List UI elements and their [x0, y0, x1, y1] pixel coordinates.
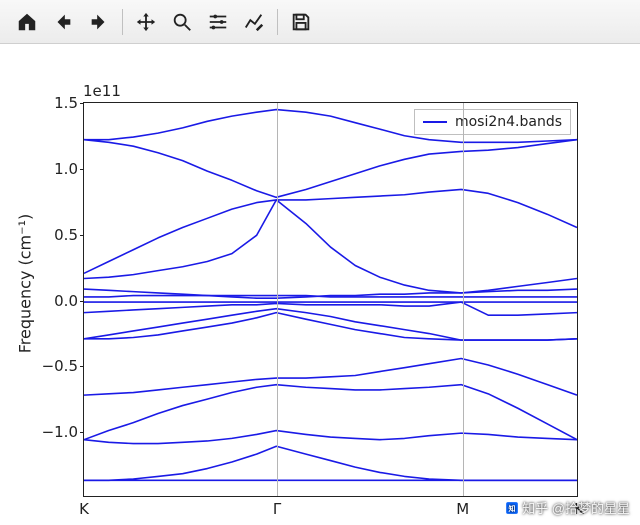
band-path	[84, 431, 577, 444]
y-tick-label: 1.0	[54, 160, 78, 178]
x-tick-label: K	[574, 500, 584, 518]
y-tick-label: 0.0	[54, 292, 78, 310]
sliders-icon	[207, 11, 229, 33]
band-path	[84, 140, 577, 198]
band-lines	[84, 103, 577, 496]
y-tick-mark	[80, 432, 84, 433]
watermark: 知 知乎 @拾梦的星星	[505, 498, 630, 517]
move-icon	[135, 11, 157, 33]
x-tick-label: Γ	[273, 500, 281, 518]
edit-axes-button[interactable]	[237, 5, 271, 39]
plot-canvas[interactable]: Frequency (cm⁻¹) 1e11 mosi2n4.bands KΓMK…	[0, 44, 640, 525]
save-icon	[290, 11, 312, 33]
y-axis-offset-text: 1e11	[83, 82, 121, 100]
legend-label: mosi2n4.bands	[455, 114, 562, 130]
home-icon	[16, 11, 38, 33]
y-tick-label: 1.5	[54, 94, 78, 112]
axes-edit-icon	[243, 11, 265, 33]
y-axis-label: Frequency (cm⁻¹)	[16, 204, 35, 364]
y-tick-mark	[80, 366, 84, 367]
y-tick-mark	[80, 103, 84, 104]
band-path	[84, 302, 577, 315]
x-gridline	[463, 103, 464, 496]
legend-line-sample	[423, 121, 447, 123]
band-path	[84, 358, 577, 395]
svg-text:知: 知	[507, 504, 515, 513]
axes-frame: mosi2n4.bands KΓMK−1.0−0.50.00.51.01.5	[83, 102, 578, 497]
band-path	[84, 189, 577, 273]
matplotlib-toolbar	[0, 0, 640, 44]
band-path	[84, 385, 577, 440]
toolbar-separator	[277, 9, 278, 35]
zoom-button[interactable]	[165, 5, 199, 39]
home-button[interactable]	[10, 5, 44, 39]
toolbar-separator	[122, 9, 123, 35]
x-gridline	[277, 103, 278, 496]
save-button[interactable]	[284, 5, 318, 39]
band-path	[84, 200, 577, 293]
magnifier-icon	[171, 11, 193, 33]
y-tick-mark	[80, 235, 84, 236]
y-tick-label: 0.5	[54, 226, 78, 244]
y-tick-mark	[80, 301, 84, 302]
y-tick-mark	[80, 169, 84, 170]
x-tick-label: M	[456, 500, 469, 518]
zhihu-icon: 知	[505, 501, 519, 515]
arrow-left-icon	[52, 11, 74, 33]
back-button[interactable]	[46, 5, 80, 39]
arrow-right-icon	[88, 11, 110, 33]
forward-button[interactable]	[82, 5, 116, 39]
band-path	[84, 446, 577, 480]
configure-subplots-button[interactable]	[201, 5, 235, 39]
legend: mosi2n4.bands	[414, 109, 571, 135]
pan-button[interactable]	[129, 5, 163, 39]
x-tick-label: K	[79, 500, 89, 518]
y-tick-label: −0.5	[42, 357, 78, 375]
y-tick-label: −1.0	[42, 423, 78, 441]
